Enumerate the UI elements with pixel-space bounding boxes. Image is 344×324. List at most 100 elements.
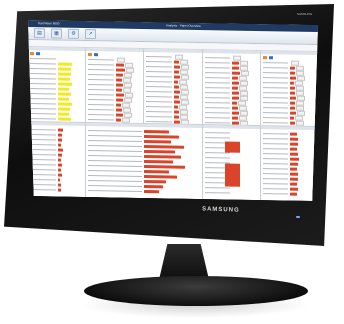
metric-label bbox=[146, 96, 172, 97]
metric-label bbox=[146, 121, 172, 122]
folder-icon: ▤ bbox=[37, 30, 42, 37]
metric-label bbox=[30, 159, 56, 160]
metric-bar bbox=[290, 158, 299, 161]
metric-label bbox=[205, 117, 231, 118]
metric-label bbox=[30, 144, 56, 145]
metric-bar bbox=[290, 67, 294, 70]
metric-label bbox=[30, 78, 56, 79]
metric-row bbox=[30, 187, 83, 193]
panel-header[interactable] bbox=[28, 122, 85, 126]
metric-label bbox=[88, 79, 114, 80]
metric-label bbox=[263, 77, 289, 78]
metric-label bbox=[263, 117, 289, 118]
monitor-brand-logo: SAMSUNG bbox=[201, 206, 240, 214]
panel-header[interactable] bbox=[261, 126, 318, 130]
metric-bar bbox=[58, 73, 72, 76]
metric-label bbox=[146, 106, 172, 107]
metric-label bbox=[88, 114, 114, 115]
corner-logo: SAMSUNG bbox=[297, 12, 313, 16]
metric-bar bbox=[58, 159, 61, 162]
panel-header[interactable] bbox=[28, 47, 85, 51]
panel-header[interactable] bbox=[203, 125, 260, 129]
panel-i bbox=[261, 126, 318, 201]
metric-bar bbox=[174, 66, 180, 69]
metric-label bbox=[30, 98, 56, 99]
legend-swatch bbox=[263, 56, 267, 59]
metric-bar bbox=[58, 103, 72, 106]
metric-label bbox=[88, 64, 114, 65]
summary-block bbox=[225, 164, 240, 186]
panel-header[interactable] bbox=[261, 51, 318, 55]
metric-value-box[interactable] bbox=[181, 120, 189, 124]
metric-label bbox=[146, 91, 172, 92]
metric-label bbox=[88, 104, 114, 105]
metric-row bbox=[205, 190, 258, 196]
metric-bar bbox=[232, 72, 240, 75]
metric-label bbox=[146, 56, 172, 57]
metric-bar bbox=[174, 91, 180, 94]
metric-bar bbox=[116, 119, 122, 122]
metric-label bbox=[263, 112, 289, 113]
metric-label bbox=[263, 148, 289, 149]
metric-bar bbox=[290, 148, 296, 151]
metric-label bbox=[205, 137, 231, 138]
metric-bar bbox=[290, 112, 295, 115]
metric-bar bbox=[144, 175, 177, 179]
metric-label bbox=[88, 160, 141, 162]
metric-label bbox=[88, 74, 114, 75]
metric-label bbox=[263, 122, 289, 123]
metric-label bbox=[205, 192, 231, 193]
metric-bar bbox=[232, 102, 237, 105]
settings-button[interactable]: ⚙ bbox=[68, 29, 79, 39]
metric-label bbox=[263, 62, 289, 63]
metric-label bbox=[146, 66, 172, 67]
metric-label bbox=[30, 118, 56, 119]
metric-label bbox=[263, 67, 289, 68]
panel-header[interactable] bbox=[86, 123, 201, 128]
metric-label bbox=[205, 187, 231, 188]
metric-label bbox=[263, 183, 289, 184]
metric-label bbox=[30, 73, 56, 74]
metric-bar bbox=[58, 113, 70, 116]
metric-bar bbox=[58, 83, 73, 86]
panel-header[interactable] bbox=[203, 50, 260, 54]
metric-bar bbox=[290, 82, 294, 85]
metric-value-box[interactable] bbox=[240, 121, 248, 125]
metric-label bbox=[88, 84, 114, 85]
metric-value-box[interactable] bbox=[117, 58, 125, 63]
metric-label bbox=[205, 62, 231, 63]
panel-header[interactable] bbox=[86, 48, 143, 52]
metric-bar bbox=[58, 98, 69, 101]
power-led-icon[interactable] bbox=[296, 216, 300, 218]
metric-bar bbox=[58, 164, 63, 167]
metric-bar bbox=[116, 84, 124, 87]
metric-label bbox=[263, 153, 289, 154]
metric-bar bbox=[58, 129, 64, 132]
panel-header[interactable] bbox=[144, 49, 201, 53]
metric-bar bbox=[290, 138, 297, 141]
metric-bar bbox=[174, 71, 179, 74]
metric-label bbox=[88, 190, 141, 192]
metric-bar bbox=[58, 184, 62, 187]
metric-label bbox=[30, 139, 56, 140]
export-button[interactable]: ↗ bbox=[85, 29, 96, 39]
metric-label bbox=[263, 87, 289, 88]
report-button[interactable]: ▦ bbox=[51, 28, 62, 38]
metric-bar bbox=[290, 163, 297, 166]
summary-block bbox=[225, 142, 240, 153]
metric-bar bbox=[174, 81, 178, 84]
metric-bar bbox=[58, 189, 61, 192]
metric-label bbox=[263, 133, 289, 134]
metric-bar bbox=[174, 121, 180, 124]
metric-label bbox=[263, 82, 289, 83]
metric-bar bbox=[232, 122, 239, 125]
metric-label bbox=[263, 173, 289, 174]
metric-label bbox=[205, 77, 231, 78]
metric-label bbox=[30, 179, 56, 180]
metric-label bbox=[30, 108, 56, 109]
metric-bar bbox=[290, 97, 296, 100]
metric-label bbox=[88, 155, 141, 157]
metric-bar bbox=[144, 180, 166, 183]
metric-label bbox=[30, 134, 56, 135]
open-button[interactable]: ▤ bbox=[34, 28, 45, 38]
